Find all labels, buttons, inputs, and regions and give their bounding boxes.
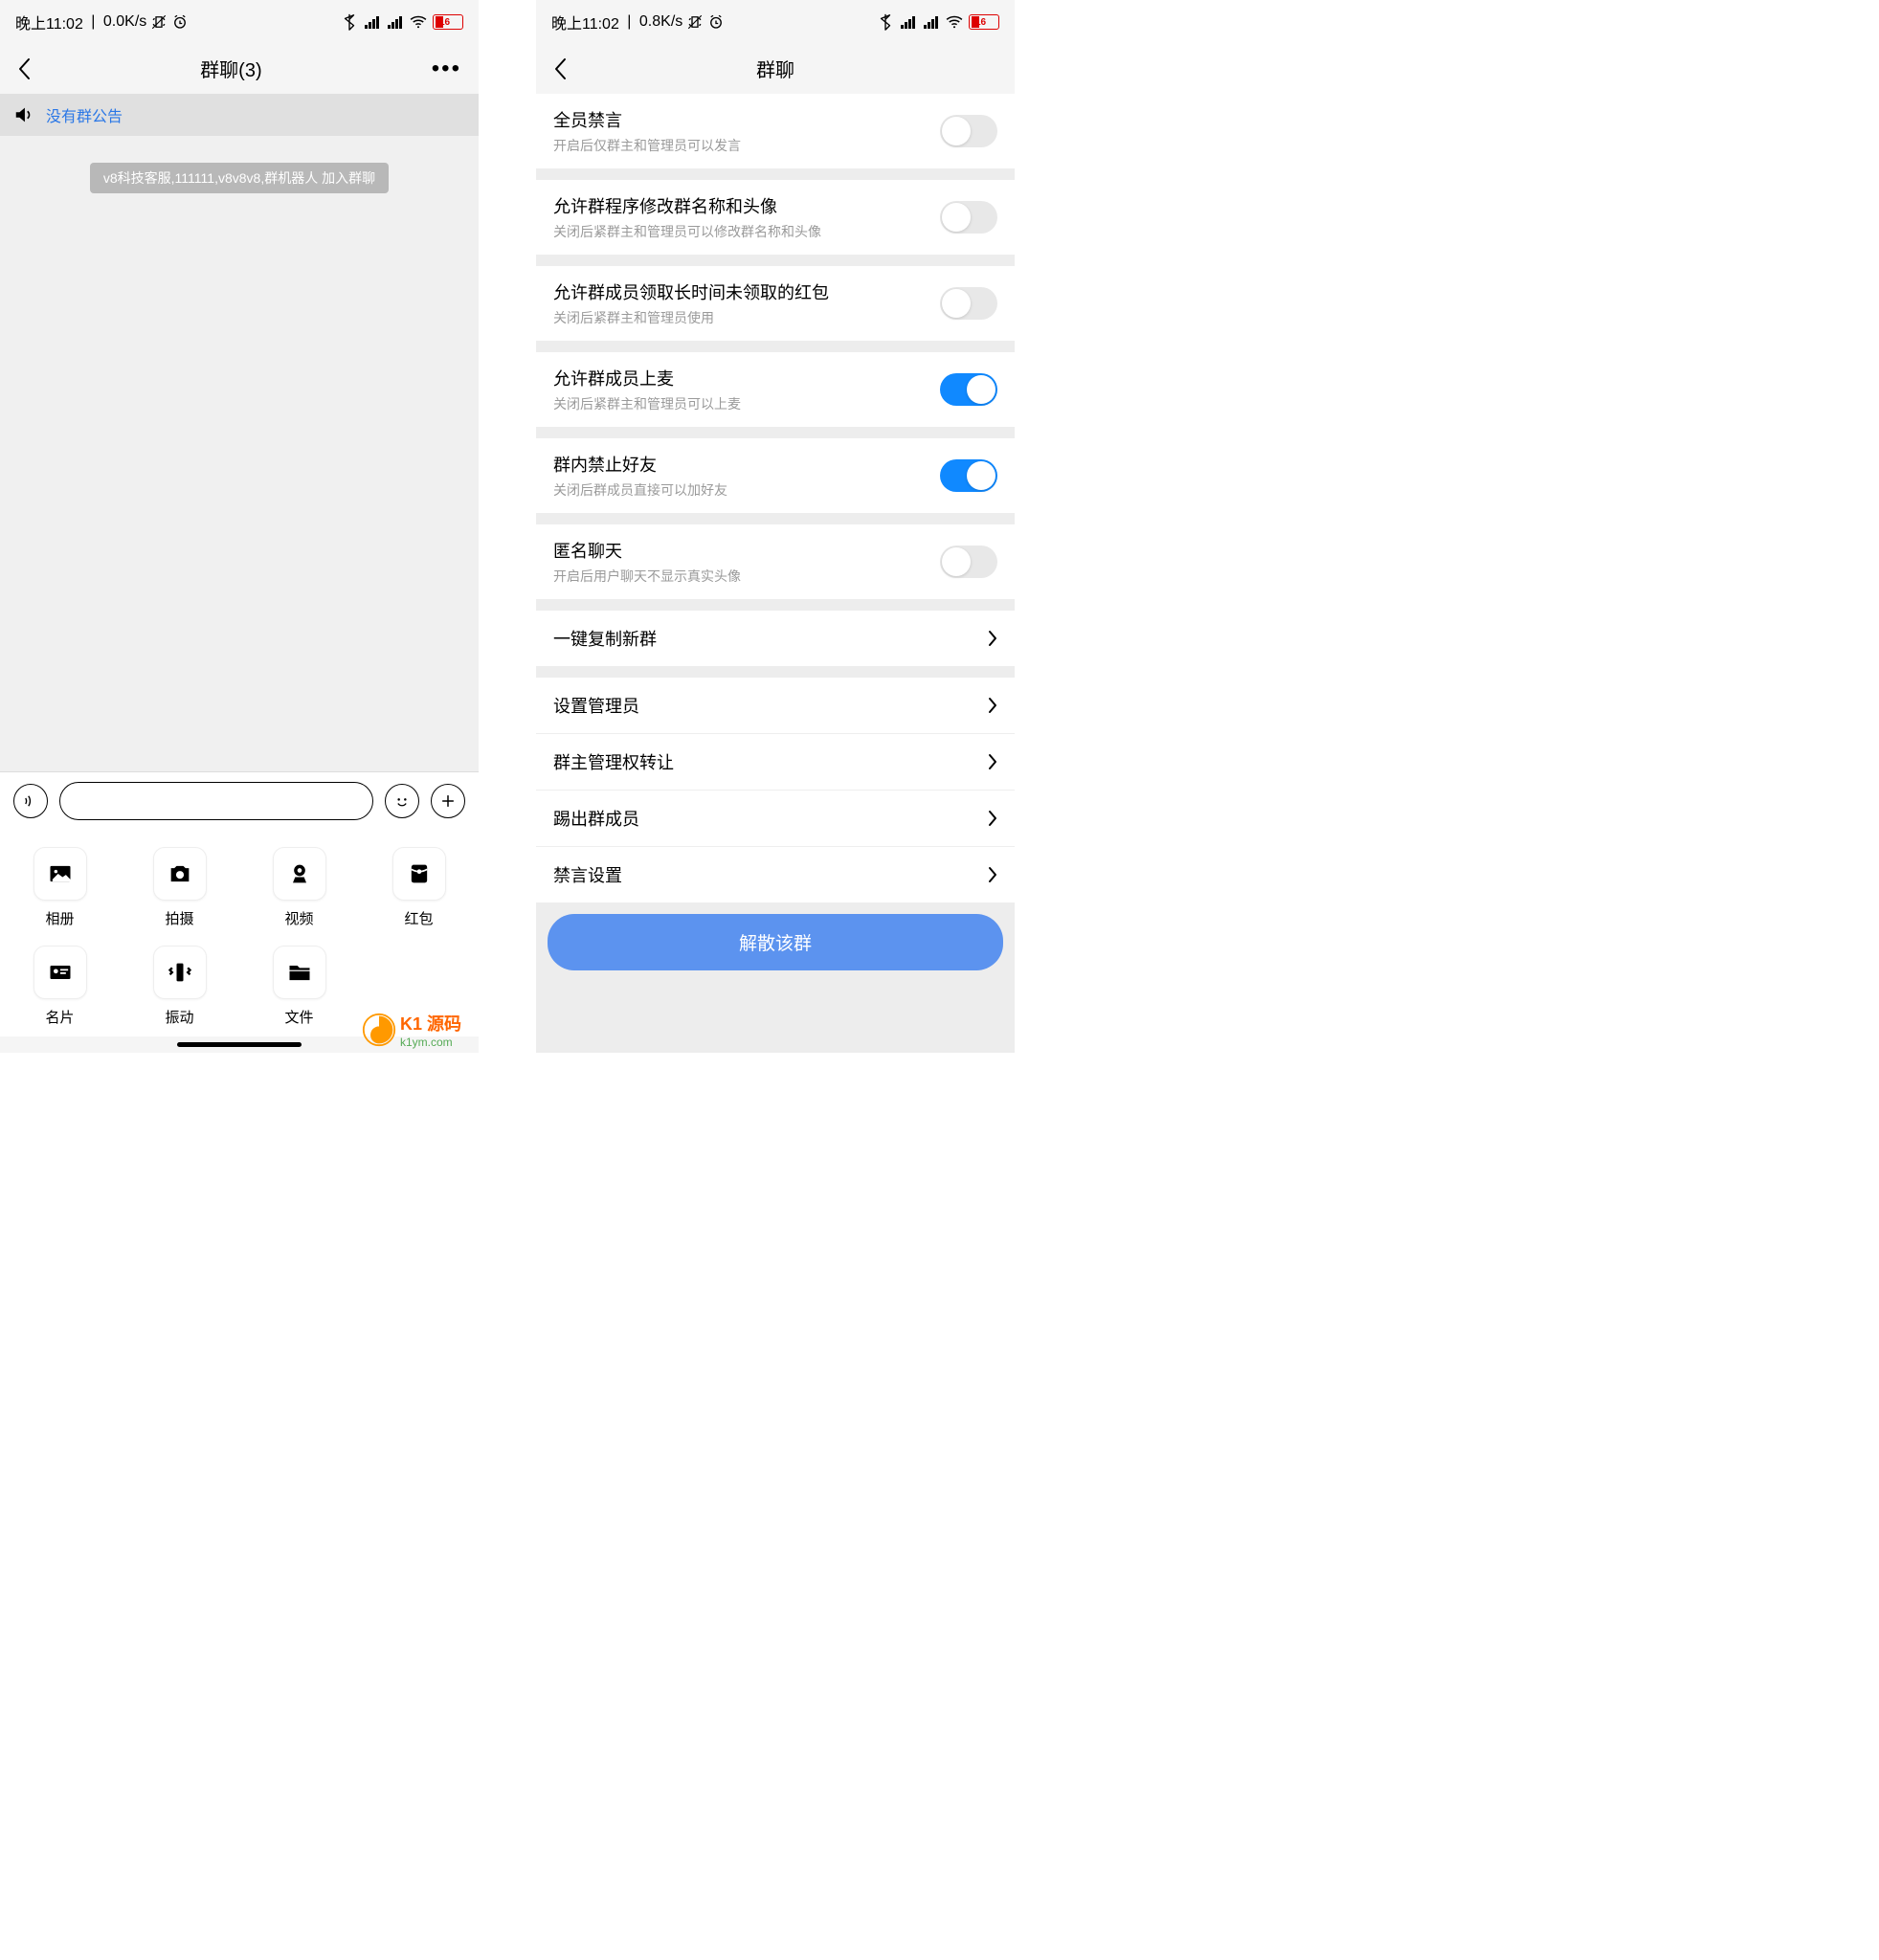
status-bar: 晚上11:02 | 0.8K/s 16 bbox=[536, 0, 1015, 44]
action-grid: 相册 拍摄 视频 红包 名片 振动 文件 bbox=[0, 830, 479, 1036]
status-net: 0.8K/s bbox=[639, 13, 682, 31]
setting-title: 设置管理员 bbox=[553, 693, 639, 718]
chevron-right-icon bbox=[988, 753, 997, 770]
status-time: 晚上11:02 bbox=[551, 11, 619, 33]
settings-body[interactable]: 全员禁言开启后仅群主和管理员可以发言允许群程序修改群名称和头像关闭后紧群主和管理… bbox=[536, 94, 1015, 1053]
battery-icon: 16 bbox=[969, 14, 999, 30]
page-title: 群聊(3) bbox=[31, 55, 432, 82]
toggle-switch[interactable] bbox=[940, 373, 997, 406]
page-title: 群聊 bbox=[567, 55, 984, 82]
status-net: 0.0K/s bbox=[103, 13, 146, 31]
action-redpacket[interactable]: 红包 bbox=[359, 847, 479, 928]
setting-subtitle: 开启后仅群主和管理员可以发言 bbox=[553, 136, 741, 155]
action-video[interactable]: 视频 bbox=[239, 847, 359, 928]
announcement-bar[interactable]: 没有群公告 bbox=[0, 94, 479, 136]
message-input[interactable] bbox=[59, 782, 373, 820]
action-file[interactable]: 文件 bbox=[239, 946, 359, 1027]
setting-title: 群主管理权转让 bbox=[553, 749, 674, 774]
dissolve-group-button[interactable]: 解散该群 bbox=[548, 914, 1003, 970]
nav-bar: 群聊(3) ••• bbox=[0, 44, 479, 94]
emoji-button[interactable] bbox=[385, 784, 419, 818]
setting-toggle-row[interactable]: 允许群成员领取长时间未领取的红包关闭后紧群主和管理员使用 bbox=[536, 266, 1015, 341]
chat-body: 没有群公告 v8科技客服,111111,v8v8v8,群机器人 加入群聊 bbox=[0, 94, 479, 771]
setting-title: 允许群成员上麦 bbox=[553, 366, 741, 390]
setting-title: 允许群程序修改群名称和头像 bbox=[553, 193, 821, 218]
chevron-right-icon bbox=[988, 630, 997, 647]
watermark: K1 源码 k1ym.com bbox=[362, 1011, 461, 1049]
toggle-switch[interactable] bbox=[940, 287, 997, 320]
more-button[interactable]: ••• bbox=[432, 56, 461, 82]
action-album[interactable]: 相册 bbox=[0, 847, 120, 928]
signal-icon bbox=[364, 13, 381, 31]
setting-title: 匿名聊天 bbox=[553, 538, 741, 563]
setting-link-row[interactable]: 群主管理权转让 bbox=[536, 734, 1015, 790]
setting-title: 踢出群成员 bbox=[553, 806, 639, 831]
vibrate-icon bbox=[150, 13, 168, 31]
signal-icon-2 bbox=[923, 13, 940, 31]
signal-icon-2 bbox=[387, 13, 404, 31]
home-indicator bbox=[177, 1042, 302, 1047]
action-camera[interactable]: 拍摄 bbox=[120, 847, 239, 928]
setting-toggle-row[interactable]: 全员禁言开启后仅群主和管理员可以发言 bbox=[536, 94, 1015, 168]
phone-settings: 晚上11:02 | 0.8K/s 16 群聊 全员禁言开启后仅群主和管理员可以发… bbox=[536, 0, 1015, 1053]
chevron-right-icon bbox=[988, 866, 997, 883]
voice-button[interactable] bbox=[13, 784, 48, 818]
setting-subtitle: 开启后用户聊天不显示真实头像 bbox=[553, 567, 741, 586]
vibrate-icon bbox=[686, 13, 704, 31]
setting-title: 全员禁言 bbox=[553, 107, 741, 132]
status-time: 晚上11:02 bbox=[15, 11, 83, 33]
setting-toggle-row[interactable]: 允许群程序修改群名称和头像关闭后紧群主和管理员可以修改群名称和头像 bbox=[536, 180, 1015, 255]
speaker-icon bbox=[13, 104, 34, 125]
bluetooth-icon bbox=[341, 13, 358, 31]
input-bar bbox=[0, 771, 479, 830]
phone-chat: 晚上11:02 | 0.0K/s 16 群聊(3) ••• 没有群公告 v8科技… bbox=[0, 0, 479, 1053]
wifi-icon bbox=[410, 13, 427, 31]
setting-title: 禁言设置 bbox=[553, 862, 622, 887]
chevron-right-icon bbox=[988, 810, 997, 827]
setting-toggle-row[interactable]: 群内禁止好友关闭后群成员直接可以加好友 bbox=[536, 438, 1015, 513]
plus-button[interactable] bbox=[431, 784, 465, 818]
toggle-switch[interactable] bbox=[940, 115, 997, 147]
setting-link-row[interactable]: 设置管理员 bbox=[536, 678, 1015, 733]
battery-icon: 16 bbox=[433, 14, 463, 30]
back-button[interactable] bbox=[553, 57, 567, 80]
setting-title: 群内禁止好友 bbox=[553, 452, 727, 477]
toggle-switch[interactable] bbox=[940, 459, 997, 492]
setting-subtitle: 关闭后紧群主和管理员使用 bbox=[553, 308, 829, 327]
setting-title: 一键复制新群 bbox=[553, 626, 657, 651]
setting-link-row[interactable]: 禁言设置 bbox=[536, 847, 1015, 902]
setting-subtitle: 关闭后紧群主和管理员可以修改群名称和头像 bbox=[553, 222, 821, 241]
setting-title: 允许群成员领取长时间未领取的红包 bbox=[553, 279, 829, 304]
nav-bar: 群聊 bbox=[536, 44, 1015, 94]
setting-toggle-row[interactable]: 允许群成员上麦关闭后紧群主和管理员可以上麦 bbox=[536, 352, 1015, 427]
action-card[interactable]: 名片 bbox=[0, 946, 120, 1027]
wifi-icon bbox=[946, 13, 963, 31]
bluetooth-icon bbox=[877, 13, 894, 31]
signal-icon bbox=[900, 13, 917, 31]
setting-toggle-row[interactable]: 匿名聊天开启后用户聊天不显示真实头像 bbox=[536, 524, 1015, 599]
action-vibrate[interactable]: 振动 bbox=[120, 946, 239, 1027]
toggle-switch[interactable] bbox=[940, 201, 997, 234]
setting-link-row[interactable]: 踢出群成员 bbox=[536, 791, 1015, 846]
alarm-icon bbox=[707, 13, 725, 31]
system-message: v8科技客服,111111,v8v8v8,群机器人 加入群聊 bbox=[90, 163, 389, 193]
back-button[interactable] bbox=[17, 57, 31, 80]
announcement-text: 没有群公告 bbox=[46, 103, 123, 126]
toggle-switch[interactable] bbox=[940, 546, 997, 578]
setting-subtitle: 关闭后紧群主和管理员可以上麦 bbox=[553, 394, 741, 413]
setting-link-row[interactable]: 一键复制新群 bbox=[536, 611, 1015, 666]
setting-subtitle: 关闭后群成员直接可以加好友 bbox=[553, 480, 727, 500]
alarm-icon bbox=[171, 13, 189, 31]
status-bar: 晚上11:02 | 0.0K/s 16 bbox=[0, 0, 479, 44]
chevron-right-icon bbox=[988, 697, 997, 714]
